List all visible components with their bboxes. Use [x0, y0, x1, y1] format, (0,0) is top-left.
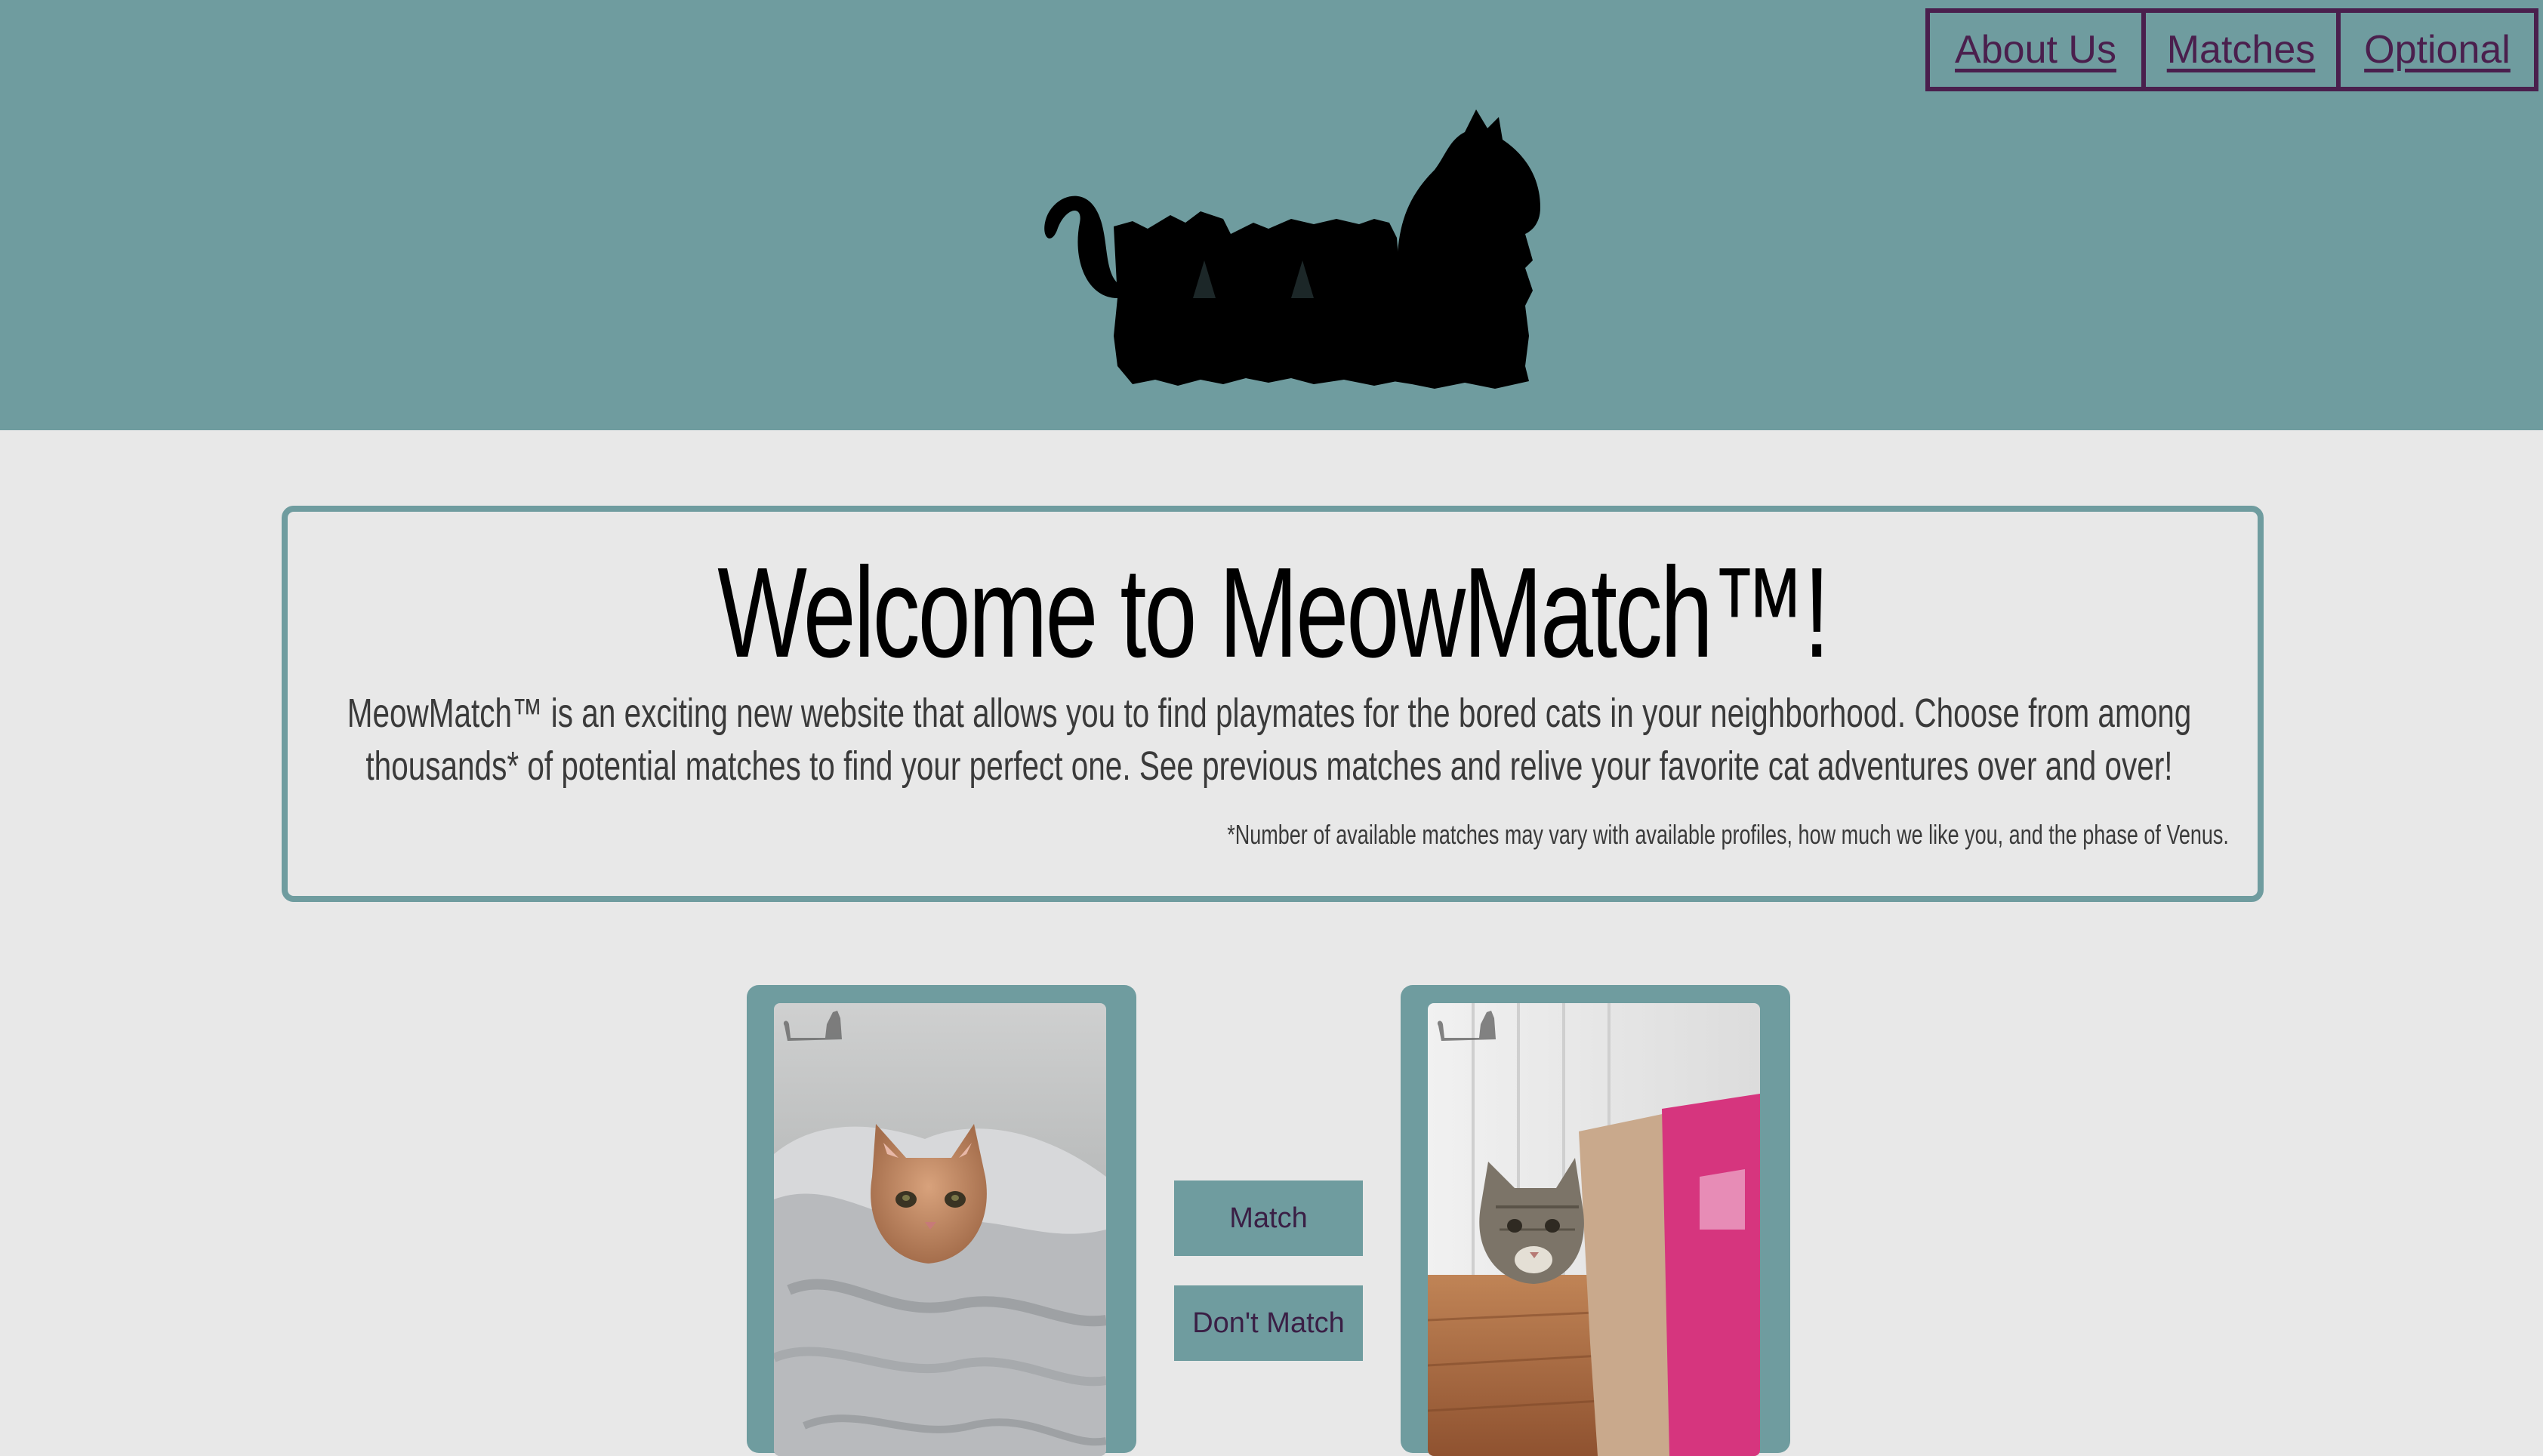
cat-in-blanket-image — [774, 1003, 1106, 1456]
welcome-title: Welcome to MeowMatch™! — [717, 541, 1830, 685]
cat-photo-right — [1428, 1003, 1760, 1456]
match-button[interactable]: Match — [1174, 1180, 1363, 1256]
cat-silhouette-logo-icon — [1044, 109, 1540, 389]
cat-profile-card-right — [1401, 985, 1790, 1456]
cat-photo-left — [774, 1003, 1106, 1456]
cat-profile-card-left — [747, 985, 1136, 1456]
welcome-description: MeowMatch™ is an exciting new website th… — [347, 691, 2192, 789]
cat-in-bag-image — [1428, 1003, 1760, 1456]
welcome-panel: Welcome to MeowMatch™! MeowMatch™ is an … — [282, 506, 2264, 902]
watermark-logo-icon — [1437, 1011, 1496, 1041]
site-header: About Us Matches Optional — [0, 0, 2543, 430]
nav-link-optional[interactable]: Optional — [2336, 13, 2534, 87]
watermark-logo-icon — [783, 1011, 842, 1041]
welcome-footnote: *Number of available matches may vary wi… — [1227, 819, 2229, 850]
dont-match-button[interactable]: Don't Match — [1174, 1285, 1363, 1361]
main-nav: About Us Matches Optional — [1925, 8, 2538, 91]
nav-link-matches[interactable]: Matches — [2141, 13, 2336, 87]
nav-link-about-us[interactable]: About Us — [1930, 13, 2141, 87]
